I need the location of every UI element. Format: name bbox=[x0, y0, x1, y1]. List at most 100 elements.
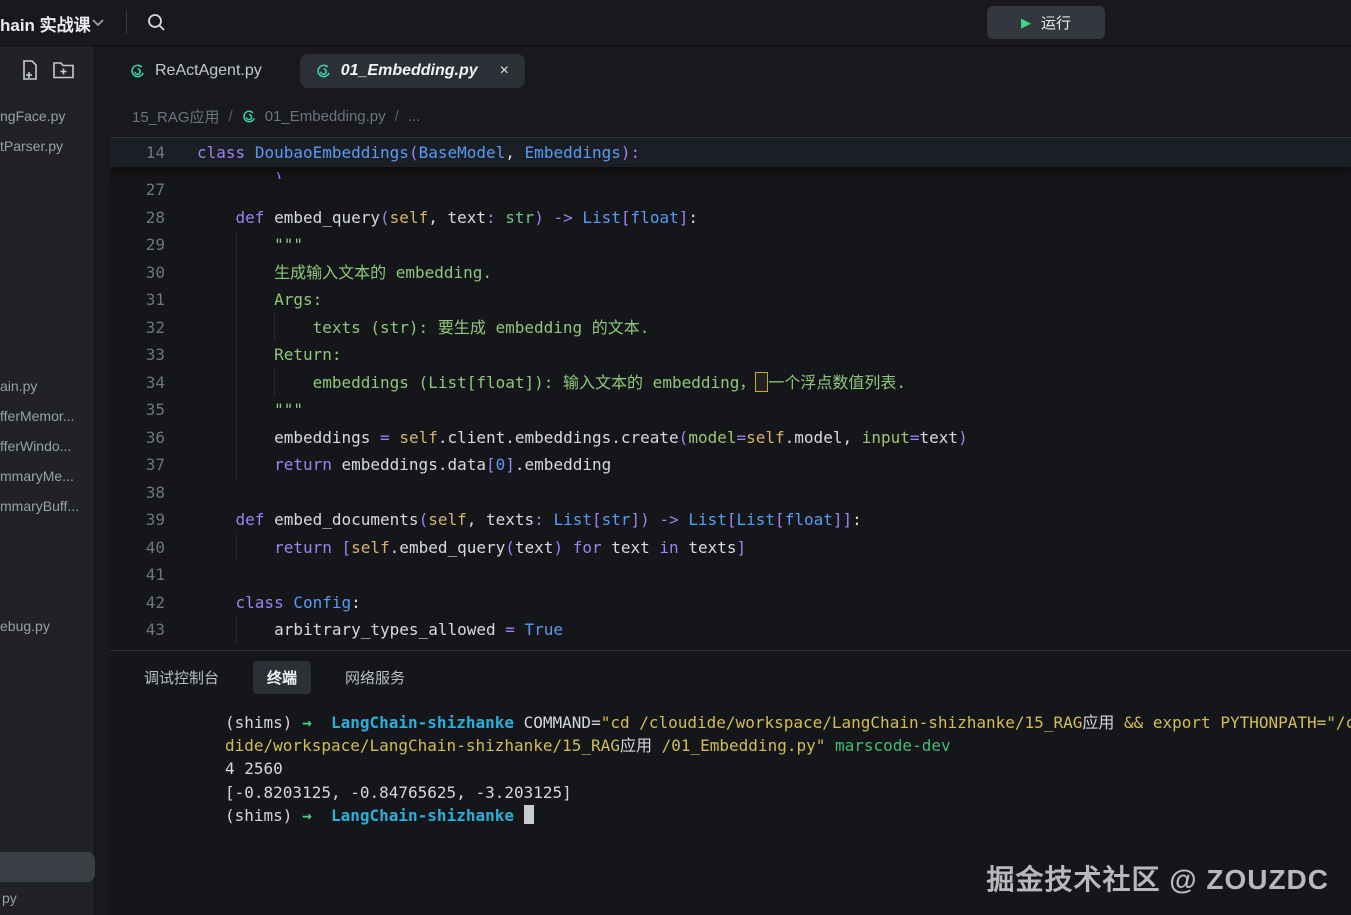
file-list-item[interactable]: py bbox=[2, 890, 17, 906]
code-segment: DoubaoEmbeddings bbox=[255, 143, 409, 162]
code-segment: embeddings.data bbox=[332, 455, 486, 474]
code-segment: -> bbox=[553, 208, 572, 227]
editor-area: ReActAgent.py 01_Embedding.py × 15_RAG应用… bbox=[95, 46, 1351, 915]
code-segment: List bbox=[688, 510, 727, 529]
code-segment bbox=[197, 510, 236, 529]
tab-label: ReActAgent.py bbox=[155, 62, 262, 80]
tab-reactagent[interactable]: ReActAgent.py bbox=[130, 62, 262, 80]
code-line: 29 """ bbox=[110, 231, 1351, 259]
line-number: 31 bbox=[110, 286, 165, 314]
new-file-icon[interactable] bbox=[21, 60, 39, 80]
code-segment: Config bbox=[293, 593, 351, 612]
terminal-tab[interactable]: 调试控制台 bbox=[130, 661, 233, 694]
code-segment: float bbox=[785, 510, 833, 529]
code-segment bbox=[284, 593, 294, 612]
code-line: 30 生成输入文本的 embedding. bbox=[110, 259, 1351, 287]
code-line: 43 arbitrary_types_allowed = True bbox=[110, 616, 1351, 644]
code-segment: [-0.8203125, -0.84765625, -3.203125] bbox=[225, 783, 572, 802]
code-segment: , text bbox=[428, 208, 486, 227]
watermark: 掘金技术社区 @ ZOUZDC bbox=[986, 858, 1329, 898]
code-segment: [ bbox=[775, 510, 785, 529]
code-segment: = bbox=[505, 620, 515, 639]
file-list-item[interactable]: ngFace.py bbox=[0, 108, 95, 124]
code-segment: ( bbox=[380, 208, 390, 227]
file-list-item[interactable]: fferWindo... bbox=[0, 438, 95, 454]
code-segment bbox=[679, 510, 689, 529]
terminal-tab[interactable]: 网络服务 bbox=[331, 661, 419, 694]
code-segment: LangChain-shizhanke bbox=[331, 806, 524, 825]
code-segment: arbitrary_types_allowed bbox=[197, 620, 505, 639]
search-icon[interactable] bbox=[146, 12, 167, 33]
file-list-item[interactable]: mmaryBuff... bbox=[0, 498, 95, 514]
code-line: 28 def embed_query(self, text: str) -> L… bbox=[110, 204, 1351, 232]
code-segment bbox=[197, 318, 313, 337]
new-folder-icon[interactable] bbox=[53, 60, 74, 80]
code-line: 34 embeddings (List[float]): 输入文本的 embed… bbox=[110, 369, 1351, 397]
line-number: 37 bbox=[110, 451, 165, 479]
chevron-down-icon[interactable] bbox=[91, 18, 105, 28]
file-list-item[interactable]: ebug.py bbox=[0, 618, 95, 634]
code-segment bbox=[312, 713, 331, 732]
sticky-code-line: 14 class DoubaoEmbeddings(BaseModel, Emb… bbox=[110, 137, 1351, 167]
code-segment: def bbox=[236, 510, 265, 529]
code-segment: -> bbox=[659, 510, 678, 529]
line-number: 39 bbox=[110, 506, 165, 534]
code-segment: text bbox=[515, 538, 554, 557]
line-number: 40 bbox=[110, 534, 165, 562]
code-segment: .embed_query bbox=[390, 538, 506, 557]
code-segment: self bbox=[428, 510, 467, 529]
code-segment: 应用 bbox=[1082, 713, 1114, 732]
code-segment: ) bbox=[534, 208, 544, 227]
code-segment bbox=[197, 400, 274, 419]
terminal-tab[interactable]: 终端 bbox=[253, 661, 311, 694]
workspace-title[interactable]: hain 实战课 bbox=[0, 11, 91, 36]
breadcrumb-file[interactable]: 01_Embedding.py bbox=[265, 108, 386, 125]
code-segment: : bbox=[351, 593, 361, 612]
code-segment: → bbox=[302, 806, 312, 825]
close-icon[interactable]: × bbox=[500, 63, 509, 79]
code-segment: : bbox=[688, 208, 698, 227]
code-segment bbox=[544, 510, 554, 529]
file-list-item[interactable]: fferMemor... bbox=[0, 408, 95, 424]
code-segment: : bbox=[534, 510, 544, 529]
code-line: 38 bbox=[110, 479, 1351, 507]
line-number: 41 bbox=[110, 561, 165, 589]
code-segment bbox=[312, 806, 331, 825]
file-list-item[interactable]: ain.py bbox=[0, 378, 95, 394]
line-number: 42 bbox=[110, 589, 165, 617]
code-segment: for bbox=[573, 538, 602, 557]
code-line: 39 def embed_documents(self, texts: List… bbox=[110, 506, 1351, 534]
code-segment: ]) bbox=[631, 510, 650, 529]
tab-embedding[interactable]: 01_Embedding.py × bbox=[300, 54, 525, 88]
code-segment bbox=[650, 510, 660, 529]
code-segment: .embedding bbox=[515, 455, 611, 474]
file-list-item[interactable]: mmaryMe... bbox=[0, 468, 95, 484]
breadcrumb-more[interactable]: ... bbox=[408, 108, 421, 125]
code-segment: ( bbox=[409, 143, 419, 162]
code-segment: ]] bbox=[833, 510, 852, 529]
code-segment: in bbox=[659, 538, 678, 557]
code-segment: 应用 bbox=[620, 736, 652, 755]
code-segment: class bbox=[197, 143, 245, 162]
run-button[interactable]: ▶ 运行 bbox=[987, 6, 1105, 39]
code-segment: self bbox=[746, 428, 785, 447]
code-segment: text bbox=[920, 428, 959, 447]
code-segment: Embeddings bbox=[525, 143, 621, 162]
code-segment: ) bbox=[958, 428, 968, 447]
explorer-hscrollbar[interactable] bbox=[0, 852, 95, 882]
file-list-item[interactable]: tParser.py bbox=[0, 138, 95, 154]
code-editor[interactable]: 14 class DoubaoEmbeddings(BaseModel, Emb… bbox=[110, 137, 1351, 650]
code-line: 42 class Config: bbox=[110, 589, 1351, 617]
code-segment: [ bbox=[727, 510, 737, 529]
code-segment: "cd /cloudide/workspace/LangChain-shizha… bbox=[601, 713, 1083, 732]
terminal-line: (shims) → LangChain-shizhanke bbox=[225, 804, 1351, 827]
code-segment bbox=[825, 736, 835, 755]
code-segment: """ bbox=[274, 400, 303, 419]
terminal-tab-bar: 调试控制台终端网络服务 bbox=[130, 661, 419, 694]
code-segment: ): bbox=[621, 143, 640, 162]
breadcrumb-folder[interactable]: 15_RAG应用 bbox=[132, 106, 220, 127]
code-segment bbox=[197, 290, 274, 309]
code-segment bbox=[496, 208, 506, 227]
explorer-toolbar bbox=[0, 60, 95, 80]
code-segment: = bbox=[910, 428, 920, 447]
